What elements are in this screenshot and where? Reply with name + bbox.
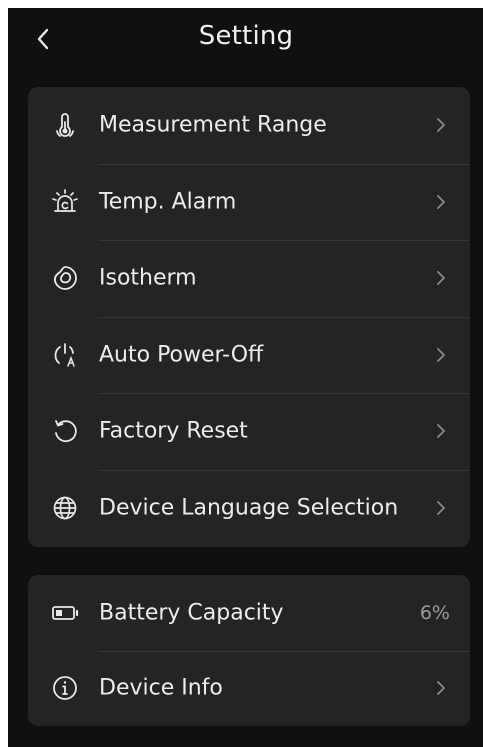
reset-icon	[51, 417, 79, 445]
factory-reset-item[interactable]: Factory Reset	[28, 393, 470, 470]
battery-icon	[51, 599, 79, 627]
device-language-item[interactable]: Device Language Selection	[28, 469, 470, 547]
battery-capacity-item: Battery Capacity 6%	[28, 575, 470, 651]
measurement-range-label: Measurement Range	[99, 112, 327, 138]
isotherm-item[interactable]: Isotherm	[28, 240, 470, 317]
chevron-right-icon	[436, 423, 446, 439]
battery-capacity-value: 6%	[419, 601, 450, 624]
globe-icon	[51, 494, 79, 522]
auto-power-off-icon	[51, 341, 79, 369]
isotherm-label: Isotherm	[99, 265, 197, 291]
chevron-right-icon	[436, 347, 446, 363]
device-language-label: Device Language Selection	[99, 495, 399, 521]
chevron-right-icon	[436, 194, 446, 210]
info-card: Battery Capacity 6% Device Info	[28, 575, 470, 726]
temp-alarm-label: Temp. Alarm	[99, 189, 237, 215]
page-title: Setting	[198, 21, 294, 51]
alarm-siren-icon	[51, 188, 79, 216]
factory-reset-label: Factory Reset	[99, 418, 248, 444]
auto-power-off-item[interactable]: Auto Power-Off	[28, 316, 470, 394]
thermometer-range-icon	[51, 111, 79, 139]
chevron-right-icon	[436, 500, 446, 516]
auto-power-off-label: Auto Power-Off	[99, 342, 264, 368]
chevron-right-icon	[436, 270, 446, 286]
header: Setting	[8, 8, 483, 70]
measurement-range-item[interactable]: Measurement Range	[28, 87, 470, 164]
device-info-item[interactable]: Device Info	[28, 650, 470, 727]
chevron-right-icon	[436, 117, 446, 133]
isotherm-icon	[51, 264, 79, 292]
chevron-right-icon	[436, 680, 446, 696]
device-info-label: Device Info	[99, 675, 223, 701]
temp-alarm-item[interactable]: Temp. Alarm	[28, 163, 470, 241]
info-icon	[51, 674, 79, 702]
settings-card: Measurement Range Temp. Alarm Isotherm A…	[28, 87, 470, 547]
battery-capacity-label: Battery Capacity	[99, 600, 284, 626]
settings-screen: Setting Measurement Range Temp. Alarm Is…	[8, 8, 483, 747]
